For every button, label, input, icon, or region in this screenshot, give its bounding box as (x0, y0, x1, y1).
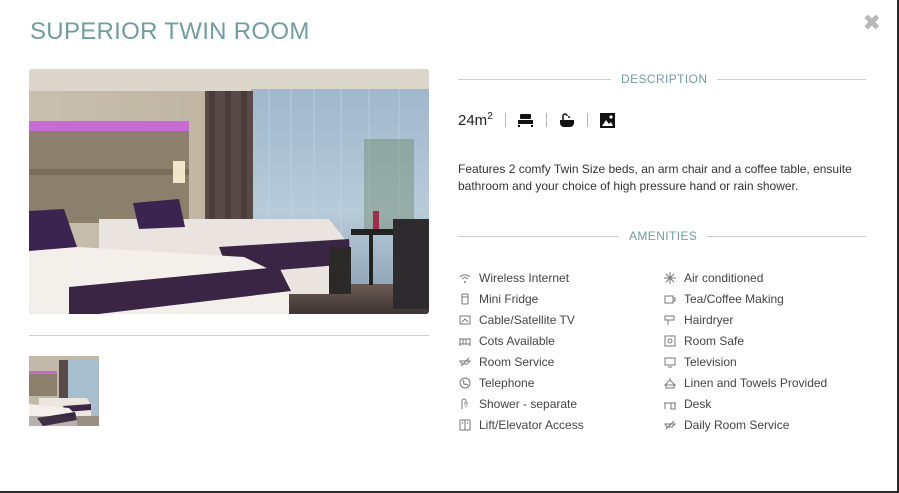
amenity-label: Desk (684, 396, 712, 411)
amenity-item: Cots Available (458, 330, 663, 351)
room-size-value: 24m (458, 112, 488, 129)
description-heading-label: DESCRIPTION (621, 72, 708, 86)
amenity-item: Desk (663, 393, 868, 414)
amenity-item: Lift/Elevator Access (458, 414, 663, 435)
amenity-item: Television (663, 351, 868, 372)
heading-line (717, 78, 866, 80)
wifi-icon (458, 271, 471, 284)
picture-view-icon (600, 112, 616, 128)
amenity-label: Linen and Towels Provided (684, 375, 828, 390)
amenity-item: Air conditioned (663, 267, 868, 288)
bath-icon (559, 112, 575, 128)
fridge-icon (458, 292, 471, 305)
spec-divider (586, 113, 588, 127)
amenity-item: Room Service (458, 351, 663, 372)
heading-line (458, 235, 619, 237)
cot-icon (458, 334, 471, 347)
linen-icon (663, 376, 676, 389)
spec-divider (504, 113, 506, 127)
amenity-label: Lift/Elevator Access (479, 417, 584, 432)
room-description: Features 2 comfy Twin Size beds, an arm … (458, 162, 852, 193)
amenity-item: Tea/Coffee Making (663, 288, 868, 309)
room-main-photo (29, 69, 429, 314)
amenity-label: Daily Room Service (684, 417, 790, 432)
desk-icon (663, 397, 676, 410)
amenity-label: Television (684, 354, 737, 369)
amenity-label: Air conditioned (684, 270, 764, 285)
amenity-label: Room Safe (684, 333, 745, 348)
amenities-heading: AMENITIES (458, 229, 866, 243)
telephone-icon (458, 376, 471, 389)
amenity-item: Cable/Satellite TV (458, 309, 663, 330)
heading-line (458, 78, 611, 80)
description-heading: DESCRIPTION (458, 72, 866, 86)
heading-line (707, 235, 866, 237)
amenity-label: Cable/Satellite TV (479, 312, 575, 327)
amenity-label: Hairdryer (684, 312, 734, 327)
room-size-exponent: 2 (487, 111, 493, 122)
room-specs: 24m2 (458, 110, 616, 130)
elevator-icon (458, 418, 471, 431)
safe-icon (663, 334, 676, 347)
television-icon (663, 355, 676, 368)
photo-divider (29, 335, 429, 336)
amenity-label: Telephone (479, 375, 535, 390)
hairdryer-icon (663, 313, 676, 326)
bed-icon (518, 112, 534, 128)
amenity-label: Tea/Coffee Making (684, 291, 784, 306)
coffee-cup-icon (663, 292, 676, 305)
amenity-item: Mini Fridge (458, 288, 663, 309)
amenity-label: Cots Available (479, 333, 555, 348)
amenities-list: Wireless Internet Air conditioned Mini F… (458, 267, 868, 435)
amenity-item: Room Safe (663, 330, 868, 351)
room-thumbnail[interactable] (29, 356, 99, 426)
room-title: SUPERIOR TWIN ROOM (30, 18, 310, 45)
spec-divider (545, 113, 547, 127)
amenity-item: Linen and Towels Provided (663, 372, 868, 393)
amenity-item: Hairdryer (663, 309, 868, 330)
shower-icon (458, 397, 471, 410)
amenity-item: Telephone (458, 372, 663, 393)
daily-service-icon (663, 418, 676, 431)
amenity-item: Daily Room Service (663, 414, 868, 435)
satellite-tv-icon (458, 313, 471, 326)
room-size: 24m2 (458, 111, 493, 129)
amenity-label: Wireless Internet (479, 270, 570, 285)
amenity-label: Mini Fridge (479, 291, 539, 306)
close-icon[interactable]: ✖ (863, 12, 881, 34)
snowflake-icon (663, 271, 676, 284)
amenities-heading-label: AMENITIES (629, 229, 698, 243)
amenity-item: Shower - separate (458, 393, 663, 414)
room-details-modal: SUPERIOR TWIN ROOM ✖ DESCRIPTION 24m2 Fe… (0, 0, 899, 493)
amenity-label: Shower - separate (479, 396, 578, 411)
amenity-item: Wireless Internet (458, 267, 663, 288)
amenity-label: Room Service (479, 354, 555, 369)
room-service-icon (458, 355, 471, 368)
